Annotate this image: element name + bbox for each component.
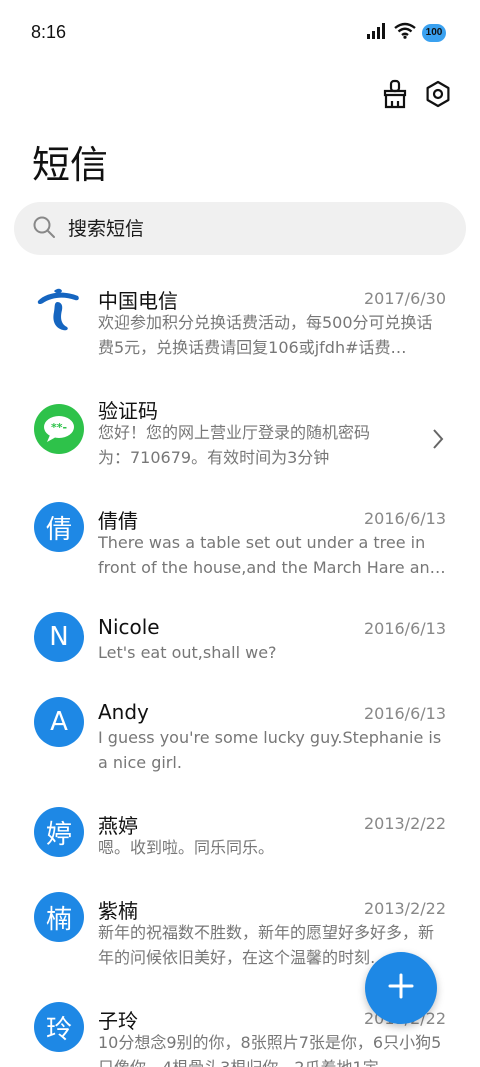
message-bubble-icon: **- (34, 404, 84, 454)
telecom-logo-icon (34, 284, 84, 334)
conversation-date: 2016/6/13 (363, 509, 446, 528)
status-bar: 8:16 100 (0, 0, 480, 68)
status-icons: 100 (366, 22, 446, 43)
contact-avatar: N (34, 612, 84, 662)
contact-avatar: 倩 (34, 502, 84, 552)
chevron-right-icon (432, 428, 444, 454)
battery-indicator: 100 (422, 23, 446, 42)
conversation-date: 2016/6/13 (363, 704, 446, 723)
conversation-name: Andy (98, 700, 149, 724)
page-title: 短信 (32, 143, 109, 187)
wifi-icon (394, 22, 416, 43)
plus-icon (388, 973, 414, 1003)
conversation-item[interactable]: **- 验证码 您好！您的网上营业厅登录的随机密码为：710679。有效时间为3… (0, 380, 480, 485)
search-icon (32, 215, 56, 243)
new-message-button[interactable] (365, 952, 437, 1024)
conversation-item[interactable]: 婷 燕婷 2013/2/22 嗯。收到啦。同乐同乐。 (0, 795, 480, 875)
conversation-item[interactable]: A Andy 2016/6/13 I guess you're some luc… (0, 685, 480, 790)
conversation-name: Nicole (98, 615, 160, 639)
conversation-preview: 嗯。收到啦。同乐同乐。 (98, 838, 275, 857)
clean-brush-icon[interactable] (377, 76, 413, 112)
conversation-date: 2013/2/22 (363, 899, 446, 918)
conversation-item[interactable]: N Nicole 2016/6/13 Let's eat out,shall w… (0, 600, 480, 680)
conversation-date: 2013/2/22 (363, 814, 446, 833)
conversation-item[interactable]: 中国电信 2017/6/30 欢迎参加积分兑换话费活动，每500分可兑换话费5元… (0, 270, 480, 375)
conversation-date: 2017/6/30 (363, 289, 446, 308)
signal-icon (366, 22, 388, 43)
conversation-preview: 您好！您的网上营业厅登录的随机密码为：710679。有效时间为3分钟 (98, 423, 371, 467)
conversation-preview: 10分想念9别的你，8张照片7张是你，6只小狗5只像你，4根骨头3根归你，2爪着… (98, 1033, 442, 1067)
contact-avatar: 楠 (34, 892, 84, 942)
conversation-preview: Let's eat out,shall we? (98, 643, 277, 662)
svg-text:**-: **- (51, 421, 67, 434)
conversation-preview: I guess you're some lucky guy.Stephanie … (98, 728, 442, 772)
search-input[interactable] (66, 216, 430, 241)
status-time: 8:16 (31, 22, 67, 42)
conversation-item[interactable]: 倩 倩倩 2016/6/13 There was a table set out… (0, 490, 480, 595)
settings-icon[interactable] (420, 76, 456, 112)
contact-avatar: 玲 (34, 1002, 84, 1052)
contact-avatar: A (34, 697, 84, 747)
contact-avatar: 婷 (34, 807, 84, 857)
conversation-date: 2016/6/13 (363, 619, 446, 638)
conversation-preview: There was a table set out under a tree i… (98, 533, 446, 577)
search-bar[interactable] (14, 202, 466, 255)
conversation-preview: 欢迎参加积分兑换话费活动，每500分可兑换话费5元，兑换话费请回复106或jfd… (98, 313, 433, 357)
